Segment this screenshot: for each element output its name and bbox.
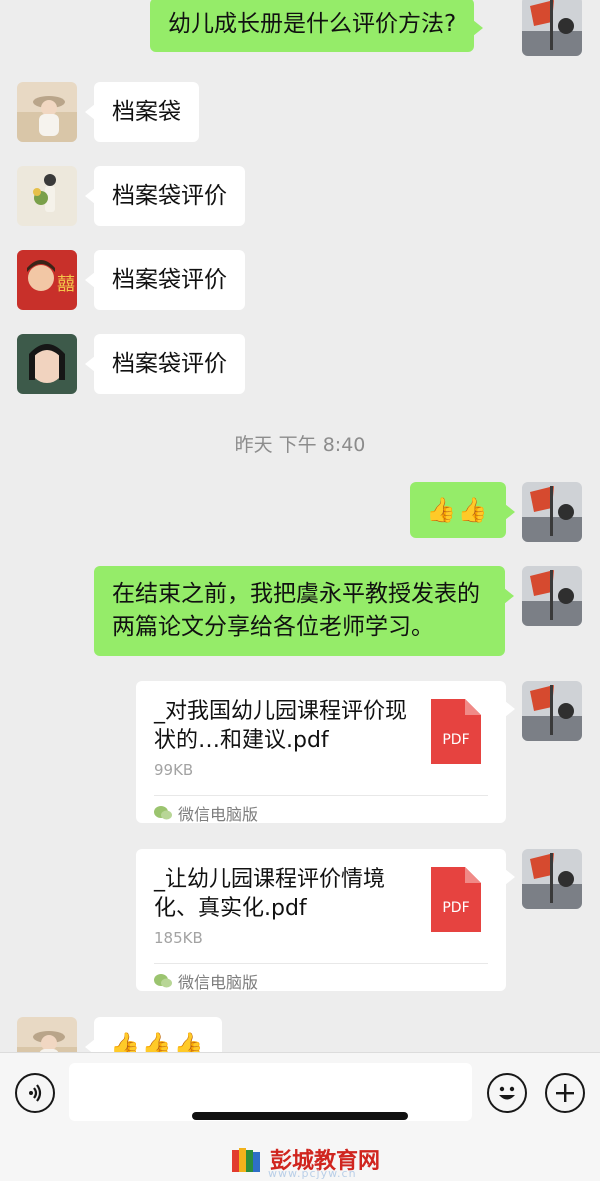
- file-source-label: 微信电脑版: [178, 973, 259, 992]
- message-bubble[interactable]: 幼儿成长册是什么评价方法?: [150, 0, 484, 52]
- avatar[interactable]: [17, 1017, 77, 1052]
- message-bubble[interactable]: 👍👍👍: [85, 1017, 222, 1052]
- pdf-icon-label: PDF: [442, 732, 469, 748]
- avatar-image-flag: [522, 0, 582, 56]
- avatar[interactable]: 囍: [17, 250, 77, 310]
- emoji-icon: [499, 1086, 515, 1100]
- avatar[interactable]: [522, 681, 582, 741]
- avatar-image-girl-hat: [17, 1017, 77, 1052]
- avatar-image-flag: [522, 681, 582, 741]
- file-source: 微信电脑版: [154, 801, 258, 825]
- wechat-pc-icon: [154, 974, 172, 988]
- pdf-icon-label: PDF: [442, 900, 469, 916]
- avatar-image-flag: [522, 566, 582, 626]
- voice-icon: [29, 1084, 42, 1102]
- avatar[interactable]: [522, 849, 582, 909]
- message-bubble[interactable]: 档案袋评价: [85, 166, 245, 226]
- home-indicator[interactable]: [192, 1112, 408, 1120]
- pdf-icon: PDF: [431, 699, 481, 764]
- message-bubble[interactable]: 👍👍: [410, 482, 515, 538]
- file-size: 99KB: [154, 761, 194, 779]
- divider: [154, 795, 488, 796]
- avatar[interactable]: [17, 166, 77, 226]
- plus-button[interactable]: [545, 1073, 585, 1113]
- voice-button[interactable]: [15, 1073, 55, 1113]
- file-message-card[interactable]: _让幼儿园课程评价情境化、真实化.pdf 185KB PDF 微信电脑版: [136, 849, 515, 993]
- file-size: 185KB: [154, 929, 203, 947]
- file-source: 微信电脑版: [154, 969, 258, 993]
- svg-text:囍: 囍: [57, 274, 75, 295]
- avatar-image-plant: [17, 166, 77, 226]
- file-message-card[interactable]: _对我国幼儿园课程评价现状的…和建议.pdf 99KB PDF 微信电脑版: [136, 681, 515, 825]
- chat-area: 幼儿成长册是什么评价方法? 档案袋 档案袋评价 囍 档案袋评价 档案袋评价 昨天…: [0, 0, 600, 1052]
- avatar[interactable]: [522, 0, 582, 56]
- message-bubble[interactable]: 在结束之前，我把虞永平教授发表的两篇论文分享给各位老师学习。: [94, 566, 514, 656]
- file-name: _让幼儿园课程评价情境化、真实化.pdf: [154, 867, 386, 921]
- avatar[interactable]: [17, 82, 77, 142]
- file-source-label: 微信电脑版: [178, 805, 259, 824]
- wechat-pc-icon: [154, 806, 172, 820]
- pdf-icon: PDF: [431, 867, 481, 932]
- avatar-image-flag: [522, 849, 582, 909]
- avatar-image-cartoon-red: 囍: [17, 250, 77, 310]
- avatar[interactable]: [522, 566, 582, 626]
- avatar-image-girl-hat: [17, 82, 77, 142]
- message-timestamp: 昨天 下午 8:40: [234, 434, 366, 456]
- book-logo-icon: [232, 1148, 260, 1172]
- message-bubble[interactable]: 档案袋评价: [85, 334, 245, 394]
- file-name: _对我国幼儿园课程评价现状的…和建议.pdf: [154, 699, 408, 753]
- message-bubble[interactable]: 档案袋: [85, 82, 199, 142]
- avatar-image-flag: [522, 482, 582, 542]
- plus-icon: [556, 1084, 574, 1102]
- emoji-button[interactable]: [487, 1073, 527, 1113]
- avatar-image-child: [17, 334, 77, 394]
- avatar[interactable]: [522, 482, 582, 542]
- message-bubble[interactable]: 档案袋评价: [85, 250, 245, 310]
- divider: [154, 963, 488, 964]
- watermark-url: www.pcjyw.cn: [268, 1167, 357, 1180]
- avatar[interactable]: [17, 334, 77, 394]
